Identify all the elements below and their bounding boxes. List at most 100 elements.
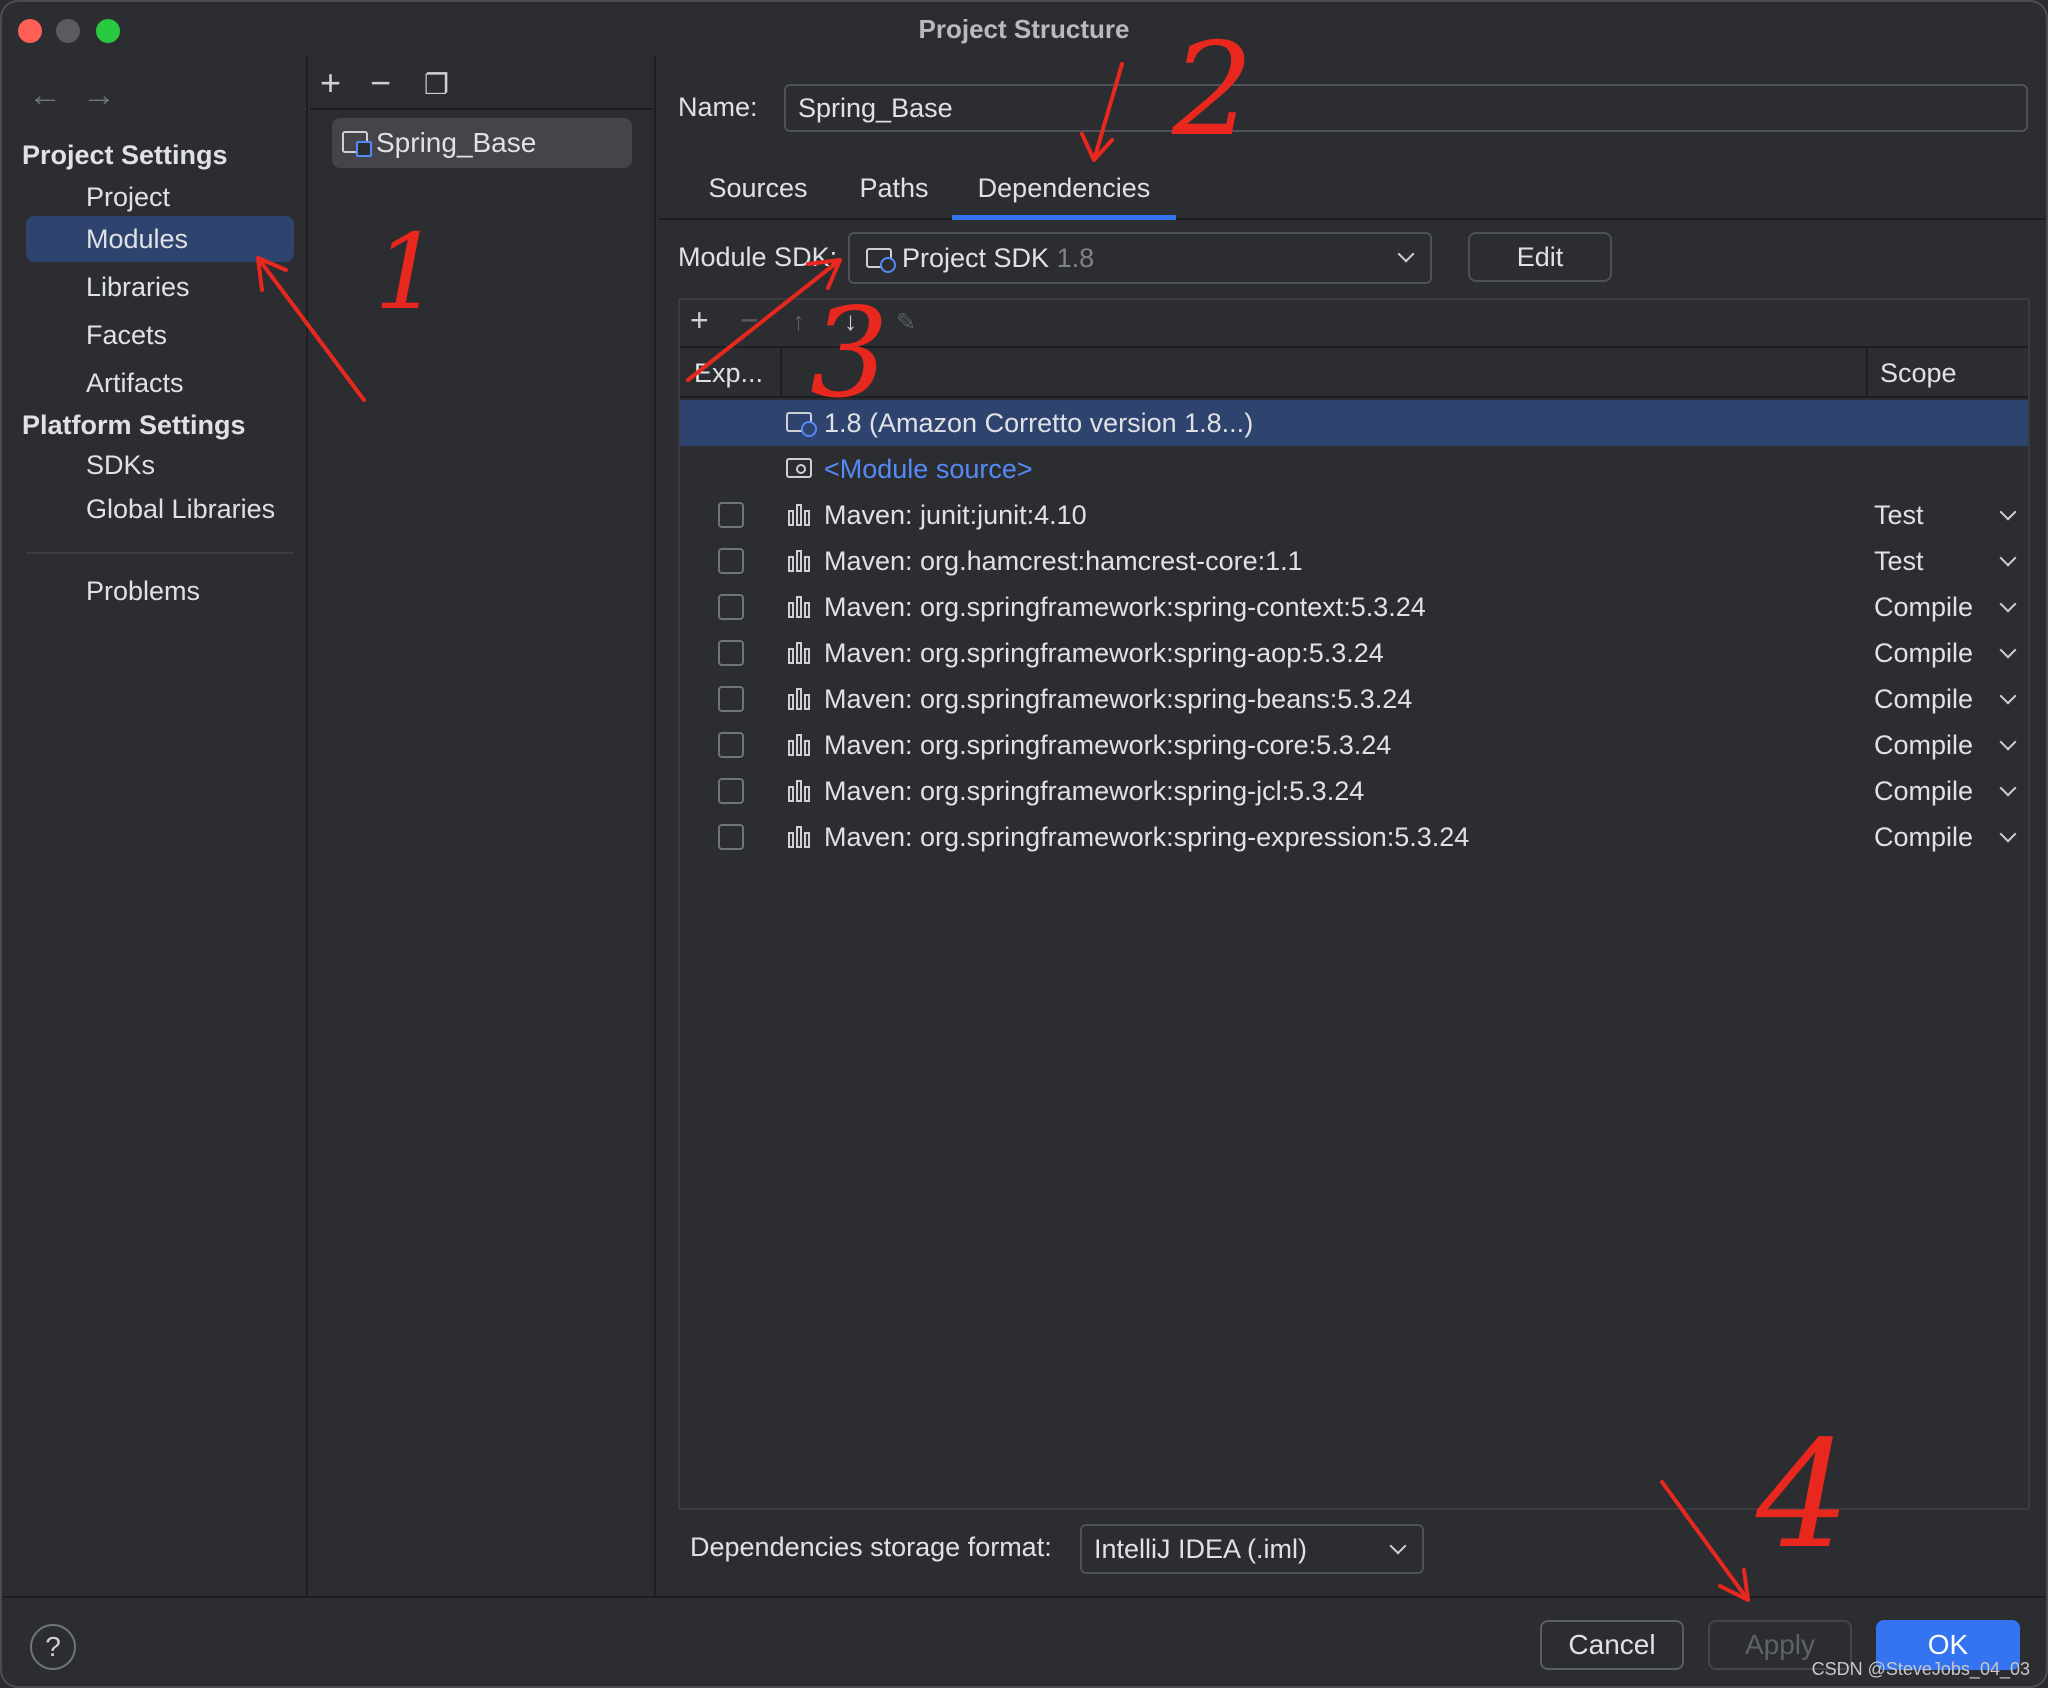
title-bar: Project Structure xyxy=(2,2,2046,56)
scope-value[interactable]: Compile xyxy=(1874,722,1973,768)
sdk-folder-icon xyxy=(786,412,817,437)
module-sdk-select[interactable]: Project SDK 1.8 xyxy=(848,232,1432,284)
sdk-folder-icon xyxy=(866,248,896,273)
dependencies-header: Exp... Scope xyxy=(680,348,2028,398)
chevron-down-icon[interactable] xyxy=(1999,641,2017,659)
dependency-name: Maven: org.springframework:spring-jcl:5.… xyxy=(824,776,1365,806)
module-sdk-label: Module SDK: xyxy=(678,242,838,272)
project-structure-window: Project Structure ←→ Project Settings Pr… xyxy=(0,0,2048,1688)
module-sdk-value: Project SDK xyxy=(902,243,1050,273)
export-checkbox[interactable] xyxy=(718,824,744,850)
module-name-input[interactable]: Spring_Base xyxy=(784,84,2028,132)
chevron-down-icon[interactable] xyxy=(1999,733,2017,751)
module-list-toolbar: + − ❐ xyxy=(310,56,654,110)
module-folder-icon xyxy=(342,131,372,157)
dependency-row[interactable]: Maven: org.springframework:spring-core:5… xyxy=(680,722,2028,768)
chevron-down-icon[interactable] xyxy=(1999,595,2017,613)
watermark: CSDN @SteveJobs_04_03 xyxy=(1811,1659,2030,1679)
export-checkbox[interactable] xyxy=(718,686,744,712)
edit-sdk-button[interactable]: Edit xyxy=(1468,232,1612,282)
nav-item-libraries[interactable]: Libraries xyxy=(26,264,294,310)
move-down-icon[interactable]: ↓ xyxy=(844,306,857,337)
nav-item-artifacts[interactable]: Artifacts xyxy=(26,360,294,406)
dependency-row[interactable]: Maven: junit:junit:4.10 Test xyxy=(680,492,2028,538)
dependency-row[interactable]: Maven: org.springframework:spring-expres… xyxy=(680,814,2028,860)
cancel-button[interactable]: Cancel xyxy=(1540,1620,1684,1670)
name-label: Name: xyxy=(678,92,758,122)
nav-item-facets[interactable]: Facets xyxy=(26,312,294,358)
module-sdk-version: 1.8 xyxy=(1056,243,1095,273)
dependency-name: Maven: org.springframework:spring-expres… xyxy=(824,822,1470,852)
export-checkbox[interactable] xyxy=(718,732,744,758)
back-arrow-icon[interactable]: ← xyxy=(28,76,82,114)
dependencies-table: + − ↑ ↓ ✎ Exp... Scope 1.8 (Amazon Corre… xyxy=(678,298,2030,1510)
chevron-down-icon[interactable] xyxy=(1999,779,2017,797)
dependency-row[interactable]: Maven: org.springframework:spring-aop:5.… xyxy=(680,630,2028,676)
dependency-name: Maven: org.springframework:spring-core:5… xyxy=(824,730,1392,760)
export-checkbox[interactable] xyxy=(718,640,744,666)
add-dependency-icon[interactable]: + xyxy=(690,302,709,339)
nav-section-platform-settings: Platform Settings xyxy=(22,410,246,440)
library-icon xyxy=(788,826,812,848)
dependency-row[interactable]: Maven: org.springframework:spring-contex… xyxy=(680,584,2028,630)
dependencies-toolbar: + − ↑ ↓ ✎ xyxy=(680,300,2028,348)
nav-item-problems[interactable]: Problems xyxy=(26,568,294,614)
move-up-icon[interactable]: ↑ xyxy=(792,306,805,337)
chevron-down-icon xyxy=(1389,1537,1407,1555)
source-folder-icon xyxy=(786,458,812,478)
module-list-pane: + − ❐ Spring_Base xyxy=(310,56,656,1596)
nav-divider xyxy=(26,552,294,554)
scope-value[interactable]: Compile xyxy=(1874,676,1973,722)
remove-icon[interactable]: − xyxy=(370,62,391,104)
minimize-window-button[interactable] xyxy=(56,19,80,43)
add-icon[interactable]: + xyxy=(320,62,341,104)
module-details: Name: Spring_Base Sources Paths Dependen… xyxy=(658,56,2046,1596)
nav-section-project-settings: Project Settings xyxy=(22,140,228,170)
chevron-down-icon[interactable] xyxy=(1999,503,2017,521)
column-export[interactable]: Exp... xyxy=(694,358,763,389)
chevron-down-icon[interactable] xyxy=(1999,687,2017,705)
remove-dependency-icon[interactable]: − xyxy=(740,302,759,339)
dependency-row-module-source[interactable]: <Module source> xyxy=(680,446,2028,492)
export-checkbox[interactable] xyxy=(718,778,744,804)
dependency-row-jdk[interactable]: 1.8 (Amazon Corretto version 1.8...) xyxy=(680,400,2028,446)
dependency-row[interactable]: Maven: org.hamcrest:hamcrest-core:1.1 Te… xyxy=(680,538,2028,584)
tab-paths[interactable]: Paths xyxy=(848,168,940,220)
forward-arrow-icon[interactable]: → xyxy=(82,76,136,114)
scope-value[interactable]: Compile xyxy=(1874,768,1973,814)
scope-value[interactable]: Compile xyxy=(1874,584,1973,630)
dependency-name: Maven: junit:junit:4.10 xyxy=(824,500,1087,530)
column-scope[interactable]: Scope xyxy=(1880,358,1957,389)
scope-value[interactable]: Test xyxy=(1874,538,1924,584)
tab-sources[interactable]: Sources xyxy=(702,168,814,220)
library-icon xyxy=(788,642,812,664)
dependency-name: Maven: org.hamcrest:hamcrest-core:1.1 xyxy=(824,546,1303,576)
dependency-name: Maven: org.springframework:spring-aop:5.… xyxy=(824,638,1384,668)
scope-value[interactable]: Compile xyxy=(1874,814,1973,860)
copy-icon[interactable]: ❐ xyxy=(424,68,449,101)
scope-value[interactable]: Test xyxy=(1874,492,1924,538)
dependency-name: Maven: org.springframework:spring-contex… xyxy=(824,592,1426,622)
chevron-down-icon[interactable] xyxy=(1999,825,2017,843)
nav-item-modules[interactable]: Modules xyxy=(26,216,294,262)
storage-format-select[interactable]: IntelliJ IDEA (.iml) xyxy=(1080,1524,1424,1574)
module-item-spring-base[interactable]: Spring_Base xyxy=(332,118,632,168)
dependency-name: 1.8 (Amazon Corretto version 1.8...) xyxy=(824,408,1254,438)
close-window-button[interactable] xyxy=(18,19,42,43)
export-checkbox[interactable] xyxy=(718,594,744,620)
edit-dependency-icon[interactable]: ✎ xyxy=(896,308,916,337)
help-button[interactable]: ? xyxy=(30,1624,76,1670)
export-checkbox[interactable] xyxy=(718,548,744,574)
nav-item-global-libraries[interactable]: Global Libraries xyxy=(26,486,294,532)
dependency-name: <Module source> xyxy=(824,454,1033,484)
scope-value[interactable]: Compile xyxy=(1874,630,1973,676)
nav-item-project[interactable]: Project xyxy=(26,174,294,220)
nav-item-sdks[interactable]: SDKs xyxy=(26,442,294,488)
chevron-down-icon[interactable] xyxy=(1999,549,2017,567)
library-icon xyxy=(788,550,812,572)
zoom-window-button[interactable] xyxy=(96,19,120,43)
dependency-row[interactable]: Maven: org.springframework:spring-jcl:5.… xyxy=(680,768,2028,814)
tab-dependencies[interactable]: Dependencies xyxy=(952,168,1176,220)
dependency-row[interactable]: Maven: org.springframework:spring-beans:… xyxy=(680,676,2028,722)
export-checkbox[interactable] xyxy=(718,502,744,528)
